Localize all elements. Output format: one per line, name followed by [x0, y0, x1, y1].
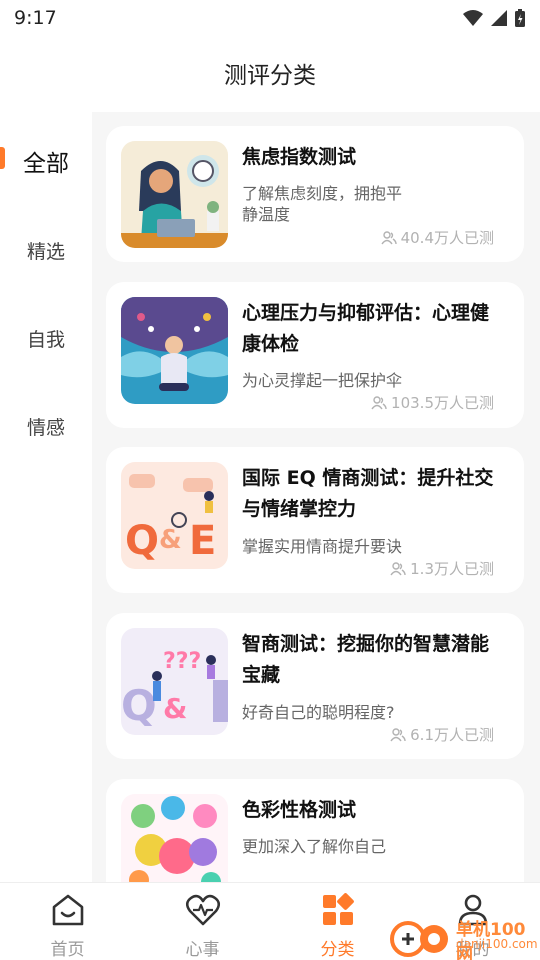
users-icon: [371, 395, 387, 409]
wifi-icon: [463, 10, 483, 26]
participant-count-text: 1.3万人已测: [410, 560, 494, 578]
card-title: 智商测试：挖掘你的智慧潜能宝藏: [242, 633, 490, 686]
participant-count: 1.3万人已测: [390, 558, 494, 579]
card-title: 焦虑指数测试: [242, 146, 357, 168]
users-icon: [390, 561, 406, 575]
participant-count: 6.1万人已测: [390, 724, 494, 745]
tab-thoughts[interactable]: 心事: [135, 883, 270, 960]
status-time: 9:17: [14, 7, 57, 29]
participant-count-text: 6.1万人已测: [410, 726, 494, 744]
tab-categories[interactable]: 分类: [270, 883, 405, 960]
iq-test-thumbnail: ??? Q &: [121, 628, 228, 735]
site-watermark: 单机100网 danji100.com: [388, 915, 540, 960]
sidebar-item-all[interactable]: 全部: [0, 144, 92, 178]
status-icons: [462, 8, 526, 28]
page-title: 测评分类: [224, 63, 316, 89]
test-card-color-personality[interactable]: 色彩性格测试 更加深入了解你自己: [106, 779, 524, 882]
participant-count: 103.5万人已测: [371, 392, 494, 413]
svg-text:&: &: [163, 692, 187, 725]
svg-text:&: &: [159, 525, 182, 555]
participant-count-text: 40.4万人已测: [400, 229, 494, 247]
eq-test-thumbnail: Q & E: [121, 462, 228, 569]
svg-text:???: ???: [163, 649, 201, 674]
card-title: 心理压力与抑郁评估：心理健康体检: [242, 302, 490, 355]
test-card-stress-depression[interactable]: 心理压力与抑郁评估：心理健康体检 为心灵撑起一把保护伞 103.5万人已测: [106, 282, 524, 428]
category-sidebar: 全部 精选 自我 情感: [0, 112, 92, 882]
tab-label: 心事: [185, 940, 220, 960]
watermark-subtext: danji100.com: [456, 937, 538, 951]
users-icon: [381, 230, 397, 244]
card-description: 更加深入了解你自己: [242, 837, 387, 856]
color-test-thumbnail: [121, 794, 228, 882]
sidebar-item-self[interactable]: 自我: [0, 325, 92, 352]
status-bar: 9:17: [0, 0, 540, 36]
test-card-iq[interactable]: ??? Q & 智商测试：挖掘你的智慧潜能宝藏 好奇自己的聪明程度? 6.1万人…: [106, 613, 524, 759]
cellular-signal-icon: [491, 10, 507, 26]
stress-test-thumbnail: [121, 297, 228, 404]
anxiety-test-thumbnail: [121, 141, 228, 248]
svg-text:Q: Q: [125, 518, 159, 564]
categories-icon: [322, 893, 354, 925]
sidebar-item-emotion[interactable]: 情感: [0, 413, 92, 440]
watermark-logo-icon: [390, 921, 448, 957]
card-description: 了解焦虑刻度，拥抱平静温度: [242, 184, 403, 224]
participant-count-text: 103.5万人已测: [391, 394, 494, 412]
test-card-eq[interactable]: Q & E 国际 EQ 情商测试：提升社交与情绪掌控力 掌握实用情商提升要诀 1…: [106, 447, 524, 593]
tab-label: 首页: [50, 940, 85, 960]
card-description: 掌握实用情商提升要诀: [242, 537, 403, 556]
svg-text:E: E: [189, 518, 216, 564]
home-icon: [52, 894, 83, 926]
test-card-anxiety[interactable]: 焦虑指数测试 了解焦虑刻度，拥抱平静温度 40.4万人已测: [106, 126, 524, 262]
sidebar-item-featured[interactable]: 精选: [0, 237, 92, 264]
svg-text:Q: Q: [121, 681, 157, 730]
tab-home[interactable]: 首页: [0, 883, 135, 960]
card-description: 好奇自己的聪明程度?: [242, 703, 395, 722]
users-icon: [390, 727, 406, 741]
participant-count: 40.4万人已测: [381, 227, 494, 248]
tab-label: 分类: [320, 940, 355, 960]
test-list: 焦虑指数测试 了解焦虑刻度，拥抱平静温度 40.4万人已测 心理压力与抑郁评估：…: [92, 112, 540, 882]
battery-charging-icon: [515, 9, 525, 27]
heart-pulse-icon: [185, 894, 220, 926]
card-description: 为心灵撑起一把保护伞: [242, 371, 403, 390]
card-title: 国际 EQ 情商测试：提升社交与情绪掌控力: [242, 467, 494, 520]
card-title: 色彩性格测试: [242, 799, 357, 821]
